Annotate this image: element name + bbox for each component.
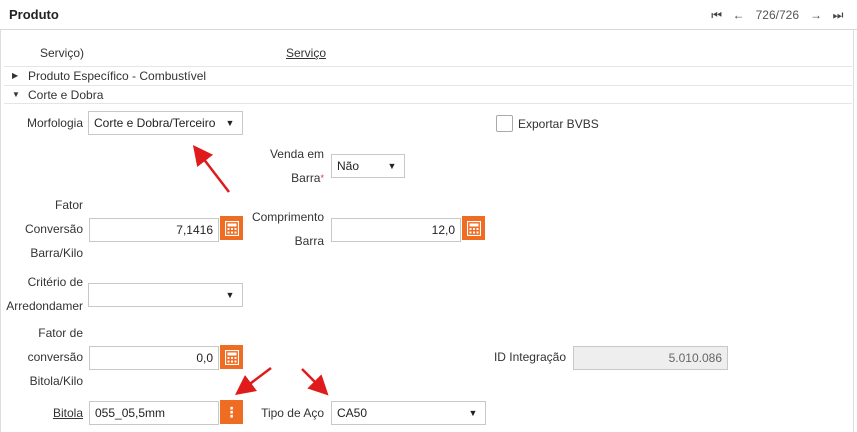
exportar-bvbs-label: Exportar BVBS [518, 117, 599, 131]
required-mark: * [320, 173, 324, 183]
section-corte-dobra-label: Corte e Dobra [28, 88, 104, 102]
fator-conversao-barra-value: 7,1416 [176, 223, 213, 237]
bitola-input[interactable]: 055_05,5mm [89, 401, 219, 425]
calculator-button[interactable] [462, 216, 485, 240]
previous-record-icon[interactable]: ← [728, 6, 750, 24]
page-title: Produto [9, 7, 59, 22]
section-combustivel[interactable]: ▶ Produto Específico - Combustível [4, 66, 852, 85]
fator-conversao-bitola-input[interactable]: 0,0 [89, 346, 219, 370]
venda-em-barra-label-2: Barra* [291, 171, 324, 185]
caret-right-icon: ▶ [12, 71, 19, 80]
venda-em-barra-value: Não [337, 159, 360, 173]
fator-bitola-label-1: Fator de [38, 326, 83, 340]
criterio-label-1: Critério de [27, 275, 83, 289]
tipo-aco-label: Tipo de Aço [261, 406, 324, 420]
fator-conversao-label-2: Conversão [24, 222, 83, 236]
left-border [0, 30, 1, 432]
fator-conversao-bitola-value: 0,0 [196, 351, 213, 365]
fator-bitola-label-2: conversão [27, 350, 83, 364]
comprimento-barra-label-2: Barra [294, 234, 324, 248]
morfologia-value: Corte e Dobra/Terceiro [94, 116, 216, 130]
form-header: Produto ⏮ ← 726/726 → ⏭ [0, 0, 857, 30]
chevron-down-icon[interactable]: ▼ [218, 112, 242, 134]
criterio-arredondamento-select[interactable]: ▼ [88, 283, 243, 307]
fator-conversao-barra-input[interactable]: 7,1416 [89, 218, 219, 242]
calculator-icon [466, 220, 481, 236]
calculator-button[interactable] [220, 345, 243, 369]
record-counter: 726/726 [755, 8, 799, 22]
bitola-value: 055_05,5mm [95, 406, 166, 420]
criterio-label-2: Arredondamer [6, 299, 83, 313]
calculator-icon [224, 220, 239, 236]
tipo-aco-value: CA50 [337, 406, 368, 420]
caret-down-icon: ▼ [12, 90, 20, 99]
venda-em-barra-select[interactable]: Não ▼ [331, 154, 405, 178]
fator-conversao-label-1: Fator [54, 198, 83, 212]
section-corte-dobra[interactable]: ▼ Corte e Dobra [4, 85, 852, 104]
record-navigator: ⏮ ← 726/726 → ⏭ [706, 6, 849, 24]
bitola-link-label[interactable]: Bitola [10, 402, 83, 425]
annotation-arrow [192, 145, 230, 193]
fator-conversao-label-3: Barra/Kilo [30, 246, 83, 260]
comprimento-barra-input[interactable]: 12,0 [331, 218, 461, 242]
comprimento-barra-value: 12,0 [431, 223, 455, 237]
venda-em-barra-label-1: Venda em [269, 147, 324, 161]
chevron-down-icon[interactable]: ▼ [380, 155, 404, 177]
morfologia-label: Morfologia [26, 116, 83, 130]
morfologia-select[interactable]: Corte e Dobra/Terceiro ▼ [88, 111, 243, 135]
chevron-down-icon[interactable]: ▼ [461, 402, 485, 424]
scrollbar-track[interactable] [853, 30, 854, 432]
id-integracao-field: 5.010.086 [573, 346, 728, 370]
annotation-arrow [301, 368, 329, 396]
tipo-aco-select[interactable]: CA50 ▼ [331, 401, 486, 425]
annotation-arrow [235, 367, 272, 395]
exportar-bvbs-checkbox[interactable] [496, 115, 513, 132]
calculator-icon [224, 349, 239, 365]
section-combustivel-label: Produto Específico - Combustível [28, 69, 207, 83]
id-integracao-label: ID Integração [493, 350, 566, 364]
id-integracao-value: 5.010.086 [668, 351, 722, 365]
chevron-down-icon[interactable]: ▼ [218, 284, 242, 306]
next-record-icon[interactable]: → [805, 6, 827, 24]
partial-label: Serviço) [40, 46, 85, 60]
first-record-icon[interactable]: ⏮ [706, 6, 728, 24]
last-record-icon[interactable]: ⏭ [827, 6, 849, 24]
fator-bitola-label-3: Bitola/Kilo [29, 374, 83, 388]
servico-link[interactable]: Serviço [286, 46, 326, 60]
comprimento-barra-label-1: Comprimento [251, 210, 324, 224]
